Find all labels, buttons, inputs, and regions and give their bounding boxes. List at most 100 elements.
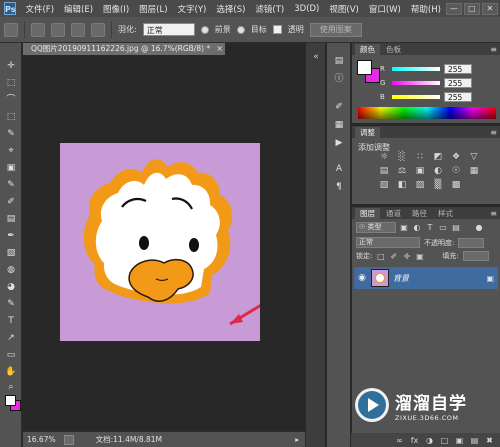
menu-select[interactable]: 选择(S) — [211, 3, 250, 15]
filter-toggle-icon[interactable]: ● — [474, 223, 484, 233]
duck-artwork[interactable] — [60, 143, 260, 341]
gradient-map-icon[interactable]: ▒ — [432, 180, 444, 191]
blur-tool-icon[interactable]: ◍ — [5, 265, 17, 275]
brush-tool-icon[interactable]: ✎ — [5, 180, 17, 190]
document-tab[interactable]: QQ图片20190911162226.jpg @ 16.7%(RGB/8) * … — [23, 43, 225, 55]
move-tool-icon[interactable]: ✛ — [5, 61, 17, 71]
status-menu-icon[interactable] — [63, 434, 74, 445]
panel-menu-icon[interactable]: ≡ — [490, 208, 497, 219]
target-radio[interactable] — [236, 25, 245, 34]
tab-adjustments[interactable]: 调整 — [355, 127, 380, 138]
green-slider[interactable] — [392, 81, 440, 85]
red-value[interactable]: 255 — [444, 64, 472, 74]
new-layer-icon[interactable]: ▤ — [470, 436, 479, 445]
color-balance-icon[interactable]: ⚖ — [396, 166, 408, 177]
layer-kind-filter[interactable]: ☉ 类型 — [356, 222, 396, 233]
fill-field[interactable] — [462, 251, 489, 261]
tool-preset-icon[interactable] — [4, 22, 18, 37]
pixel-filter-icon[interactable]: ▣ — [399, 223, 409, 233]
panel-foreground-swatch[interactable] — [357, 60, 372, 75]
crop-tool-icon[interactable]: ✎ — [5, 129, 17, 139]
shape-tool-icon[interactable]: ▭ — [5, 350, 17, 360]
status-arrow-icon[interactable]: ▸ — [295, 435, 299, 444]
eraser-tool-icon[interactable]: ✒ — [5, 231, 17, 241]
threshold-icon[interactable]: ▨ — [414, 180, 426, 191]
channel-mixer-icon[interactable]: ☉ — [450, 166, 462, 177]
zoom-tool-icon[interactable]: ⌕ — [5, 382, 17, 392]
clone-stamp-tool-icon[interactable]: ✐ — [5, 197, 17, 207]
tab-paths[interactable]: 路径 — [407, 208, 432, 219]
brightness-icon[interactable]: ☼ — [378, 152, 390, 163]
zoom-level[interactable]: 16.67% — [27, 435, 56, 444]
info-panel-icon[interactable]: ⓘ — [333, 73, 345, 85]
lock-transparency-icon[interactable]: □ — [376, 252, 385, 261]
curves-icon[interactable]: ∷ — [414, 152, 426, 163]
foreground-color-swatch[interactable] — [5, 395, 16, 406]
opacity-field[interactable] — [458, 237, 485, 248]
lasso-tool-icon[interactable]: ⌒ — [5, 95, 17, 105]
close-icon[interactable]: ✕ — [481, 2, 498, 15]
use-pattern-button[interactable]: 使用图案 — [309, 22, 362, 37]
link-layers-icon[interactable]: ∞ — [395, 436, 404, 445]
posterize-icon[interactable]: ◧ — [396, 180, 408, 191]
history-panel-icon[interactable]: ▤ — [333, 55, 345, 67]
pen-tool-icon[interactable]: ✎ — [5, 299, 17, 309]
collapse-panels-icon[interactable]: « — [310, 51, 322, 63]
marquee-tool-icon[interactable]: ⬚ — [5, 78, 17, 88]
lock-position-icon[interactable]: ✛ — [402, 252, 411, 261]
menu-image[interactable]: 图像(I) — [98, 3, 134, 15]
levels-icon[interactable]: ░ — [396, 152, 408, 163]
menu-window[interactable]: 窗口(W) — [364, 3, 406, 15]
foreground-radio[interactable] — [200, 25, 209, 34]
vibrance-icon[interactable]: ❖ — [450, 152, 462, 163]
layer-style-icon[interactable]: fx — [410, 436, 419, 445]
exposure-icon[interactable]: ◩ — [432, 152, 444, 163]
black-white-icon[interactable]: ▣ — [414, 166, 426, 177]
shape-filter-icon[interactable]: ▭ — [438, 223, 448, 233]
red-slider[interactable] — [392, 67, 440, 71]
close-tab-icon[interactable]: × — [217, 44, 223, 53]
gradient-adjust-icon[interactable]: ▽ — [468, 152, 480, 163]
tab-styles[interactable]: 样式 — [433, 208, 458, 219]
subtract-selection-icon[interactable] — [71, 22, 85, 37]
lock-all-icon[interactable]: ▣ — [415, 252, 424, 261]
quick-select-tool-icon[interactable]: ⬚ — [5, 112, 17, 122]
paragraph-panel-icon[interactable]: ¶ — [333, 181, 345, 193]
actions-panel-icon[interactable]: ▶ — [333, 137, 345, 149]
brush-panel-icon[interactable]: ✐ — [333, 101, 345, 113]
menu-layer[interactable]: 图层(L) — [134, 3, 172, 15]
hand-tool-icon[interactable]: ✋ — [5, 367, 17, 377]
healing-tool-icon[interactable]: ▣ — [5, 163, 17, 173]
delete-layer-icon[interactable]: ✖ — [485, 436, 494, 445]
blue-slider[interactable] — [392, 95, 440, 99]
new-group-icon[interactable]: ▣ — [455, 436, 464, 445]
character-panel-icon[interactable]: A — [333, 163, 345, 175]
menu-edit[interactable]: 编辑(E) — [59, 3, 98, 15]
tab-color[interactable]: 颜色 — [355, 44, 380, 55]
selective-color-icon[interactable]: ▩ — [450, 180, 462, 191]
menu-help[interactable]: 帮助(H) — [406, 3, 446, 15]
blue-value[interactable]: 255 — [444, 92, 472, 102]
tab-channels[interactable]: 通道 — [381, 208, 406, 219]
panel-menu-icon[interactable]: ≡ — [490, 44, 497, 55]
history-brush-tool-icon[interactable]: ▤ — [5, 214, 17, 224]
add-selection-icon[interactable] — [51, 22, 65, 37]
transparent-checkbox[interactable] — [272, 25, 282, 34]
adjustment-filter-icon[interactable]: ◐ — [412, 223, 422, 233]
menu-type[interactable]: 文字(Y) — [173, 3, 212, 15]
green-value[interactable]: 255 — [444, 78, 472, 88]
lock-pixels-icon[interactable]: ✐ — [389, 252, 398, 261]
minimize-icon[interactable]: — — [445, 2, 462, 15]
path-select-tool-icon[interactable]: ↗ — [5, 333, 17, 343]
eye-icon[interactable]: ◉ — [357, 273, 367, 283]
tab-layers[interactable]: 图层 — [355, 208, 380, 219]
layer-name[interactable]: 背景 — [393, 273, 409, 284]
maximize-icon[interactable]: □ — [463, 2, 480, 15]
menu-view[interactable]: 视图(V) — [324, 3, 363, 15]
clone-source-panel-icon[interactable]: ▦ — [333, 119, 345, 131]
type-tool-icon[interactable]: T — [5, 316, 17, 326]
hue-saturation-icon[interactable]: ▤ — [378, 166, 390, 177]
smart-object-filter-icon[interactable]: ▤ — [451, 223, 461, 233]
menu-3d[interactable]: 3D(D) — [289, 4, 324, 14]
dodge-tool-icon[interactable]: ◕ — [5, 282, 17, 292]
